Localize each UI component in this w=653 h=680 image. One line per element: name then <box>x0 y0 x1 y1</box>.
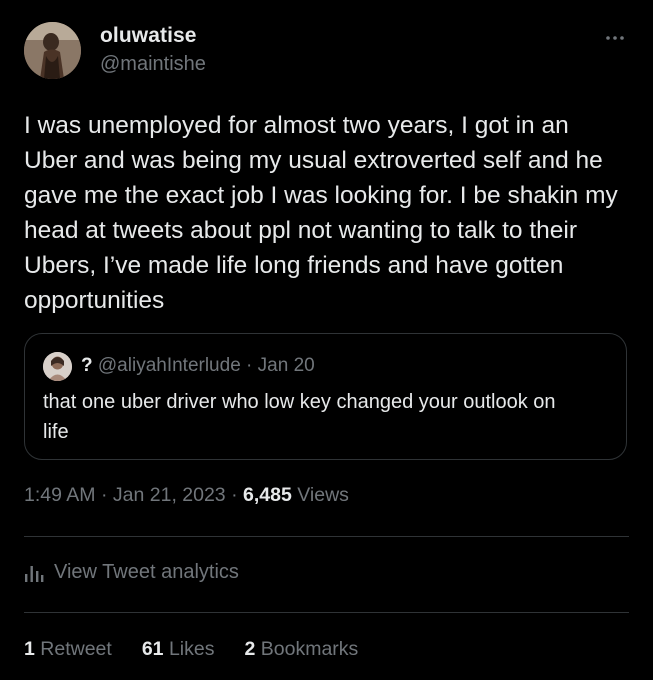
engagement-stats: 1 Retweet 61 Likes 2 Bookmarks <box>24 638 388 661</box>
more-options-icon[interactable] <box>603 26 627 50</box>
tweet-detail: oluwatise @maintishe I was unemployed fo… <box>0 0 653 680</box>
bookmarks-label: Bookmarks <box>260 638 359 660</box>
tweet-text-line: opportunities <box>24 287 165 314</box>
analytics-label: View Tweet analytics <box>54 561 239 583</box>
tweet-text-line: Ubers, I’ve made life long friends and h… <box>24 252 564 279</box>
likes-label: Likes <box>168 638 215 660</box>
bookmarks-count: 2 <box>244 638 256 660</box>
retweets-stat[interactable]: 1 Retweet <box>24 638 112 661</box>
author-handle[interactable]: @maintishe <box>100 53 206 76</box>
analytics-icon <box>24 564 44 582</box>
divider <box>24 536 629 537</box>
quoted-text-line: life <box>43 421 69 443</box>
tweet-text-line: I was unemployed for almost two years, I… <box>24 112 569 139</box>
retweets-count: 1 <box>24 638 35 660</box>
quoted-text: that one uber driver who low key changed… <box>43 387 618 447</box>
divider <box>24 612 629 613</box>
tweet-text-line: gave me the exact job I was looking for.… <box>24 182 618 209</box>
author-avatar[interactable] <box>24 22 81 79</box>
likes-count: 61 <box>141 638 164 660</box>
quoted-author-handle: @aliyahInterlude <box>97 355 241 376</box>
bookmarks-stat[interactable]: 2 Bookmarks <box>244 638 358 661</box>
tweet-timestamp: 1:49 AM · Jan 21, 2023 · 6,485 Views <box>24 484 349 507</box>
quoted-author-name: ? <box>81 355 93 376</box>
quoted-author-avatar <box>43 352 72 381</box>
quoted-text-line: that one uber driver who low key changed… <box>43 391 556 413</box>
tweet-text-line: head at tweets about ppl not wanting to … <box>24 217 577 244</box>
views-count: 6,485 <box>243 484 292 506</box>
timestamp-separator: · <box>231 484 238 506</box>
tweet-date[interactable]: Jan 21, 2023 <box>113 484 226 506</box>
view-analytics-link[interactable]: View Tweet analytics <box>24 561 239 584</box>
timestamp-separator: · <box>100 484 108 506</box>
likes-stat[interactable]: 61 Likes <box>142 638 215 661</box>
tweet-time[interactable]: 1:49 AM <box>24 484 96 506</box>
author-display-name[interactable]: oluwatise <box>100 24 197 48</box>
retweets-label: Retweet <box>40 638 112 660</box>
quoted-separator: · <box>246 355 253 376</box>
tweet-text: I was unemployed for almost two years, I… <box>24 108 629 318</box>
quoted-header: ? @aliyahInterlude · Jan 20 <box>81 352 315 380</box>
tweet-text-line: Uber and was being my usual extroverted … <box>24 147 603 174</box>
views-label: Views <box>297 484 349 506</box>
quoted-tweet-card[interactable]: ? @aliyahInterlude · Jan 20 that one ube… <box>24 333 627 460</box>
quoted-date: Jan 20 <box>257 355 315 376</box>
